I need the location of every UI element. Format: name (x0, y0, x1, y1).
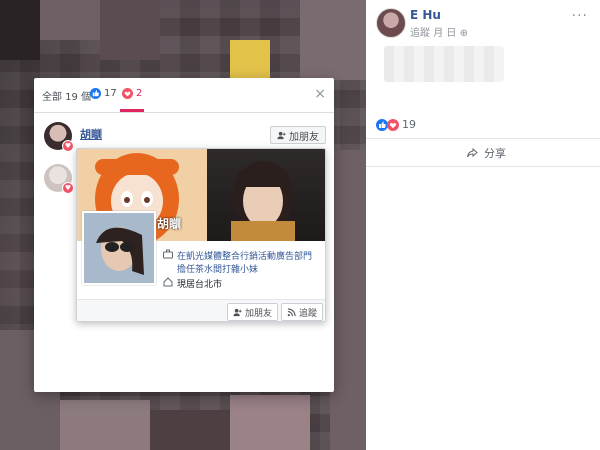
love-badge-icon: ♥ (62, 182, 74, 194)
tab-like[interactable]: 17 (90, 88, 117, 99)
add-friend-button[interactable]: 加朋友 (270, 126, 326, 144)
author-avatar[interactable] (376, 8, 406, 38)
author-name[interactable]: E Hu (410, 8, 441, 22)
reactor-name[interactable]: 胡瞓 (80, 126, 102, 142)
follow-button[interactable]: 追蹤 (281, 303, 324, 321)
active-tab-indicator (120, 109, 144, 112)
tab-love[interactable]: 2 (122, 88, 142, 99)
love-reaction-icon (387, 118, 399, 131)
mosaic-block (0, 0, 40, 60)
location-info: 現居台北市 (163, 277, 222, 290)
add-friend-icon (233, 308, 242, 317)
mosaic-block (330, 150, 366, 450)
post-panel: E Hu 追蹤 月 日 ⊕ ··· 19 分享 (366, 0, 600, 450)
home-icon (163, 277, 173, 287)
post-date[interactable]: 月 日 (433, 28, 456, 39)
globe-icon: ⊕ (459, 28, 468, 39)
rss-icon (287, 307, 296, 317)
share-icon (466, 147, 478, 159)
love-count: 2 (136, 88, 143, 99)
add-friend-label: 加朋友 (289, 131, 319, 143)
mosaic-block (100, 0, 160, 60)
divider (366, 138, 600, 139)
cover-photo-right (207, 149, 325, 241)
love-badge-icon: ♥ (62, 140, 74, 152)
like-icon (90, 88, 101, 99)
follow-label: 追蹤 (299, 308, 318, 319)
work-info: 在凱光媒體整合行銷活動廣告部門擔任茶水間打雜小妹 (163, 249, 317, 275)
share-button[interactable]: 分享 (466, 145, 506, 161)
mosaic-block (300, 0, 366, 80)
reaction-count: 19 (402, 118, 416, 131)
tab-all-label: 全部 19 個 (42, 92, 92, 103)
post-text-blurred (384, 46, 504, 82)
mosaic-block (230, 40, 270, 80)
add-friend-label: 加朋友 (245, 308, 273, 319)
post-meta: 追蹤 月 日 ⊕ (410, 24, 468, 39)
more-options-icon[interactable]: ··· (572, 8, 588, 24)
hovercard-actions: 加朋友 追蹤 (77, 299, 325, 321)
mosaic-block (60, 400, 150, 450)
tab-all[interactable]: 全部 19 個 (42, 88, 91, 103)
profile-picture[interactable] (82, 211, 156, 285)
location-text: 現居台北市 (177, 280, 223, 290)
like-count: 17 (104, 88, 117, 99)
reactions-tabs: 全部 19 個 17 2 × (34, 78, 334, 113)
mosaic-block (230, 395, 310, 450)
work-text[interactable]: 在凱光媒體整合行銷活動廣告部門擔任茶水間打雜小妹 (177, 249, 317, 275)
reaction-summary[interactable]: 19 (376, 118, 416, 131)
add-friend-icon (277, 131, 286, 140)
love-icon (122, 88, 133, 99)
hovercard-name[interactable]: 胡瞓 (157, 215, 181, 232)
profile-hovercard: 胡瞓 在凱光媒體整合行銷活動廣告部門擔任茶水間打雜小妹 現居台北市 加朋友 追蹤 (76, 148, 326, 322)
mosaic-block (150, 410, 230, 450)
close-icon[interactable]: × (314, 86, 326, 102)
follow-link[interactable]: 追蹤 (410, 28, 430, 39)
mosaic-block (40, 0, 100, 40)
share-label: 分享 (484, 147, 506, 160)
briefcase-icon (163, 249, 173, 259)
add-friend-button[interactable]: 加朋友 (227, 303, 279, 321)
divider (366, 166, 600, 167)
